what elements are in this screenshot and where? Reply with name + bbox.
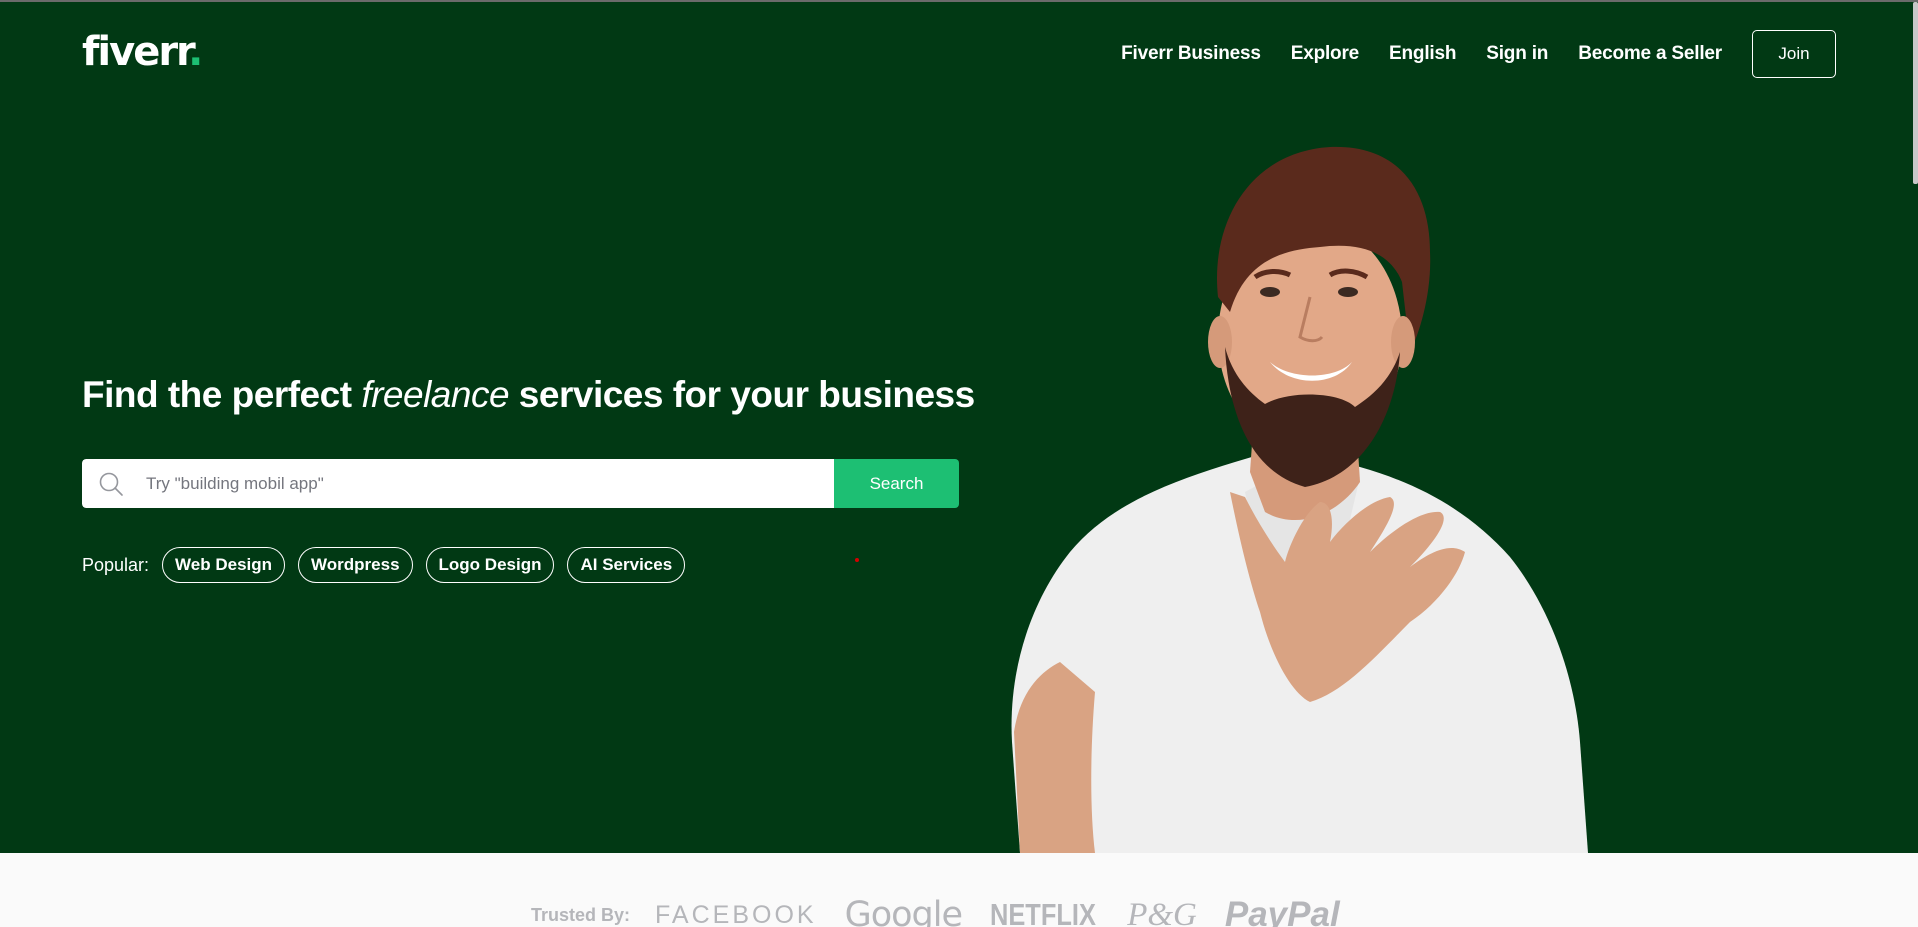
search-icon — [99, 472, 123, 496]
top-nav: Fiverr Business Explore English Sign in … — [1121, 30, 1836, 78]
hero-headline: Find the perfect freelance services for … — [82, 374, 975, 416]
scrollbar-track[interactable] — [1913, 2, 1918, 853]
trusted-by-row: Trusted By: FACEBOOK Google NETFLIX P&G … — [531, 895, 1368, 927]
logo-dot: . — [188, 29, 203, 75]
nav-language[interactable]: English — [1389, 43, 1456, 65]
popular-label: Popular: — [82, 554, 150, 575]
trusted-by-section: Trusted By: FACEBOOK Google NETFLIX P&G … — [0, 853, 1918, 927]
search-input[interactable] — [146, 459, 834, 508]
popular-tag-ai-services[interactable]: AI Services — [567, 547, 686, 583]
scrollbar-thumb[interactable] — [1913, 2, 1918, 184]
nav-sign-in[interactable]: Sign in — [1486, 43, 1548, 65]
headline-part1: Find the perfect — [82, 374, 362, 415]
brand-paypal-logo: PayPal — [1224, 895, 1340, 927]
popular-tag-web-design[interactable]: Web Design — [162, 547, 286, 583]
brand-pg-logo: P&G — [1127, 896, 1197, 927]
brand-google-logo: Google — [844, 895, 963, 927]
join-button[interactable]: Join — [1752, 30, 1836, 78]
search-button[interactable]: Search — [834, 459, 959, 508]
nav-explore[interactable]: Explore — [1291, 43, 1359, 65]
nav-become-seller[interactable]: Become a Seller — [1578, 43, 1722, 65]
popular-tags: Popular: Web Design Wordpress Logo Desig… — [82, 547, 698, 583]
brand-facebook-logo: FACEBOOK — [655, 900, 817, 927]
nav-fiverr-business[interactable]: Fiverr Business — [1121, 43, 1261, 65]
search-bar: Search — [82, 459, 959, 508]
brand-netflix-logo: NETFLIX — [990, 897, 1096, 927]
popular-tag-wordpress[interactable]: Wordpress — [298, 547, 413, 583]
popular-tag-logo-design[interactable]: Logo Design — [425, 547, 555, 583]
headline-part2: services for your business — [509, 374, 975, 415]
hero-person-image — [1011, 146, 1588, 853]
fiverr-logo[interactable]: fiverr. — [82, 29, 203, 75]
trusted-by-label: Trusted By: — [531, 904, 631, 925]
headline-emphasis: freelance — [361, 374, 510, 415]
cursor-dot — [855, 558, 859, 562]
hero-section: fiverr. Fiverr Business Explore English … — [0, 2, 1918, 853]
logo-text: fiverr — [82, 29, 190, 75]
search-field — [82, 459, 834, 508]
